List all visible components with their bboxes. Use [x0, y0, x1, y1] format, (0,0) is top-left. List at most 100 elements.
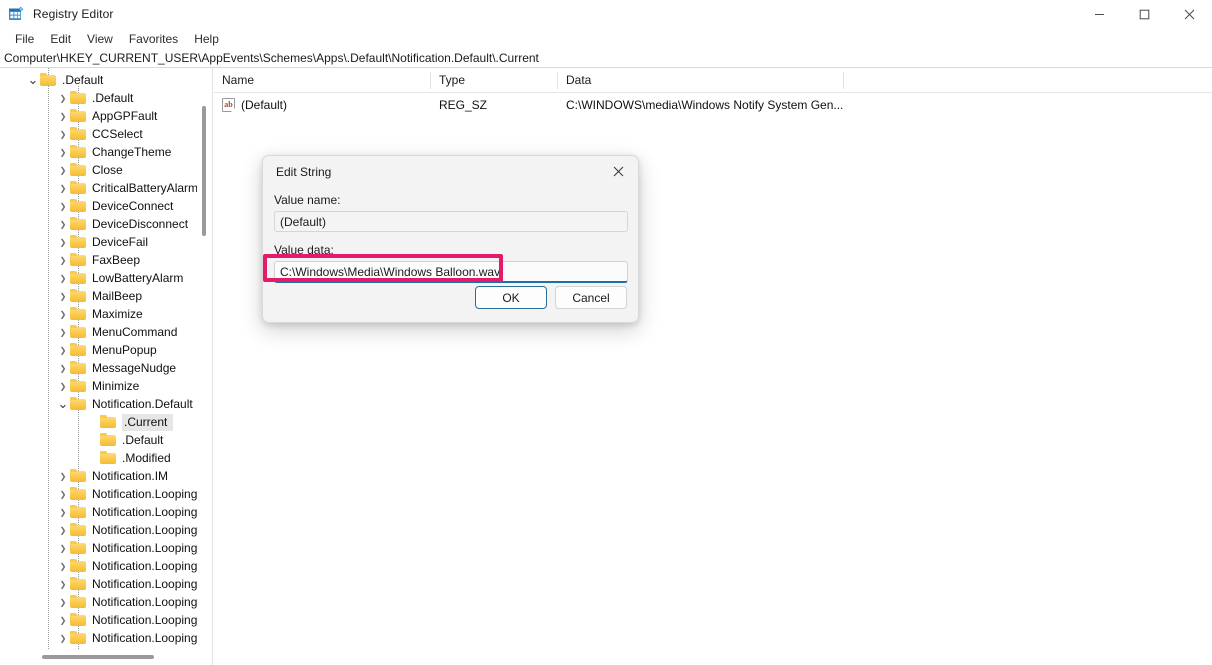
tree-item-menucommand[interactable]: ❯ MenuCommand	[0, 323, 198, 341]
registry-path: Computer\HKEY_CURRENT_USER\AppEvents\Sch…	[4, 51, 539, 65]
tree-item-maximize[interactable]: ❯ Maximize	[0, 305, 198, 323]
tree-item-label: Notification.Looping	[92, 594, 198, 609]
chevron-right-icon[interactable]: ❯	[56, 269, 70, 287]
tree-vertical-scrollbar-thumb[interactable]	[202, 106, 206, 236]
chevron-right-icon[interactable]: ❯	[56, 377, 70, 395]
tree-item-notification-looping[interactable]: ❯ Notification.Looping	[0, 539, 198, 557]
ok-button[interactable]: OK	[475, 286, 547, 309]
chevron-right-icon[interactable]: ❯	[56, 485, 70, 503]
tree-item-notification-looping[interactable]: ❯ Notification.Looping	[0, 629, 198, 647]
folder-icon	[70, 612, 87, 627]
chevron-right-icon[interactable]: ❯	[56, 107, 70, 125]
chevron-right-icon[interactable]: ❯	[56, 575, 70, 593]
tree-item-lowbatteryalarm[interactable]: ❯ LowBatteryAlarm	[0, 269, 198, 287]
minimize-button[interactable]	[1077, 0, 1122, 28]
tree-item-dot-current[interactable]: .Current	[0, 413, 198, 431]
tree-item-dot-default[interactable]: .Default	[0, 431, 198, 449]
tree-item-notification-looping[interactable]: ❯ Notification.Looping	[0, 521, 198, 539]
menu-help[interactable]: Help	[186, 30, 227, 48]
tree-horizontal-scrollbar-thumb[interactable]	[42, 655, 154, 659]
tree-item-notification-looping[interactable]: ❯ Notification.Looping	[0, 611, 198, 629]
chevron-right-icon[interactable]: ❯	[56, 179, 70, 197]
value-data-input[interactable]	[274, 261, 628, 283]
tree-item-close[interactable]: ❯ Close	[0, 161, 198, 179]
chevron-right-icon[interactable]: ❯	[56, 233, 70, 251]
chevron-down-icon[interactable]: ⌄	[56, 395, 70, 413]
dialog-buttons: OK Cancel	[475, 286, 627, 309]
tree-item-criticalbatteryalarm[interactable]: ❯ CriticalBatteryAlarm	[0, 179, 198, 197]
chevron-right-icon[interactable]: ❯	[56, 539, 70, 557]
tree-scroll-area: ⌄ .Default ❯ .Default ❯ AppGPFault ❯ CCSelect ❯ C…	[0, 68, 198, 650]
chevron-right-icon[interactable]: ❯	[56, 467, 70, 485]
menu-file[interactable]: File	[7, 30, 42, 48]
tree-item-notification-looping[interactable]: ❯ Notification.Looping	[0, 557, 198, 575]
tree-item-notification-default[interactable]: ⌄ Notification.Default	[0, 395, 198, 413]
chevron-right-icon[interactable]: ❯	[56, 89, 70, 107]
tree-item-notification-looping[interactable]: ❯ Notification.Looping	[0, 575, 198, 593]
tree-item-minimize[interactable]: ❯ Minimize	[0, 377, 198, 395]
tree-item-faxbeep[interactable]: ❯ FaxBeep	[0, 251, 198, 269]
column-header-name[interactable]: Name	[214, 68, 431, 92]
folder-icon	[70, 576, 87, 591]
maximize-button[interactable]	[1122, 0, 1167, 28]
tree-item-messagenudge[interactable]: ❯ MessageNudge	[0, 359, 198, 377]
folder-icon	[70, 108, 87, 123]
tree-item-notification-looping[interactable]: ❯ Notification.Looping	[0, 593, 198, 611]
menu-favorites[interactable]: Favorites	[121, 30, 186, 48]
address-bar[interactable]: Computer\HKEY_CURRENT_USER\AppEvents\Sch…	[0, 49, 1212, 68]
chevron-right-icon[interactable]: ❯	[56, 197, 70, 215]
list-header: Name Type Data	[214, 68, 1212, 93]
chevron-right-icon[interactable]: ❯	[56, 125, 70, 143]
tree-item-label: MessageNudge	[92, 360, 177, 375]
chevron-right-icon[interactable]: ❯	[56, 215, 70, 233]
value-name-input[interactable]	[274, 211, 628, 232]
chevron-right-icon[interactable]: ❯	[56, 557, 70, 575]
tree-item-devicefail[interactable]: ❯ DeviceFail	[0, 233, 198, 251]
tree-item-label: DeviceDisconnect	[92, 216, 189, 231]
tree-item-notification-looping[interactable]: ❯ Notification.Looping	[0, 503, 198, 521]
folder-icon	[70, 234, 87, 249]
chevron-right-icon[interactable]: ❯	[56, 305, 70, 323]
chevron-right-icon[interactable]: ❯	[56, 341, 70, 359]
folder-icon	[70, 288, 87, 303]
chevron-right-icon[interactable]: ❯	[56, 521, 70, 539]
tree-item-notification-im[interactable]: ❯ Notification.IM	[0, 467, 198, 485]
close-button[interactable]	[1167, 0, 1212, 28]
tree-item-devicedisconnect[interactable]: ❯ DeviceDisconnect	[0, 215, 198, 233]
tree-item-ccselect[interactable]: ❯ CCSelect	[0, 125, 198, 143]
column-header-type[interactable]: Type	[431, 68, 558, 92]
chevron-right-icon[interactable]: ❯	[56, 593, 70, 611]
tree-item-mailbeep[interactable]: ❯ MailBeep	[0, 287, 198, 305]
chevron-right-icon[interactable]: ❯	[56, 161, 70, 179]
chevron-right-icon[interactable]: ❯	[56, 359, 70, 377]
tree-horizontal-scrollbar[interactable]	[0, 650, 198, 665]
tree-item-dot-modified[interactable]: .Modified	[0, 449, 198, 467]
table-row[interactable]: ab (Default) REG_SZ C:\WINDOWS\media\Win…	[214, 95, 1212, 115]
tree-vertical-scrollbar[interactable]	[197, 68, 211, 650]
menu-view[interactable]: View	[79, 30, 121, 48]
tree-item-deviceconnect[interactable]: ❯ DeviceConnect	[0, 197, 198, 215]
column-header-data[interactable]: Data	[558, 68, 844, 92]
chevron-right-icon[interactable]: ❯	[56, 251, 70, 269]
dialog-close-icon[interactable]	[599, 156, 638, 187]
chevron-right-icon[interactable]: ❯	[56, 287, 70, 305]
chevron-right-icon[interactable]: ❯	[56, 503, 70, 521]
tree-item-menupopup[interactable]: ❯ MenuPopup	[0, 341, 198, 359]
tree-item-label: Notification.Looping	[92, 558, 198, 573]
tree-item-label: Notification.Looping	[92, 630, 198, 645]
tree-item-changetheme[interactable]: ❯ ChangeTheme	[0, 143, 198, 161]
tree-item-dot-default[interactable]: ⌄ .Default	[0, 71, 198, 89]
cancel-button[interactable]: Cancel	[555, 286, 627, 309]
chevron-right-icon[interactable]: ❯	[56, 323, 70, 341]
folder-icon	[70, 522, 87, 537]
menu-edit[interactable]: Edit	[42, 30, 79, 48]
chevron-down-icon[interactable]: ⌄	[26, 71, 40, 89]
chevron-right-icon[interactable]: ❯	[56, 143, 70, 161]
tree-item-notification-looping[interactable]: ❯ Notification.Looping	[0, 485, 198, 503]
tree-item-dot-default[interactable]: ❯ .Default	[0, 89, 198, 107]
folder-icon	[70, 468, 87, 483]
chevron-right-icon[interactable]: ❯	[56, 611, 70, 629]
tree-item-label: DeviceFail	[92, 234, 149, 249]
chevron-right-icon[interactable]: ❯	[56, 629, 70, 647]
tree-item-appgpfault[interactable]: ❯ AppGPFault	[0, 107, 198, 125]
